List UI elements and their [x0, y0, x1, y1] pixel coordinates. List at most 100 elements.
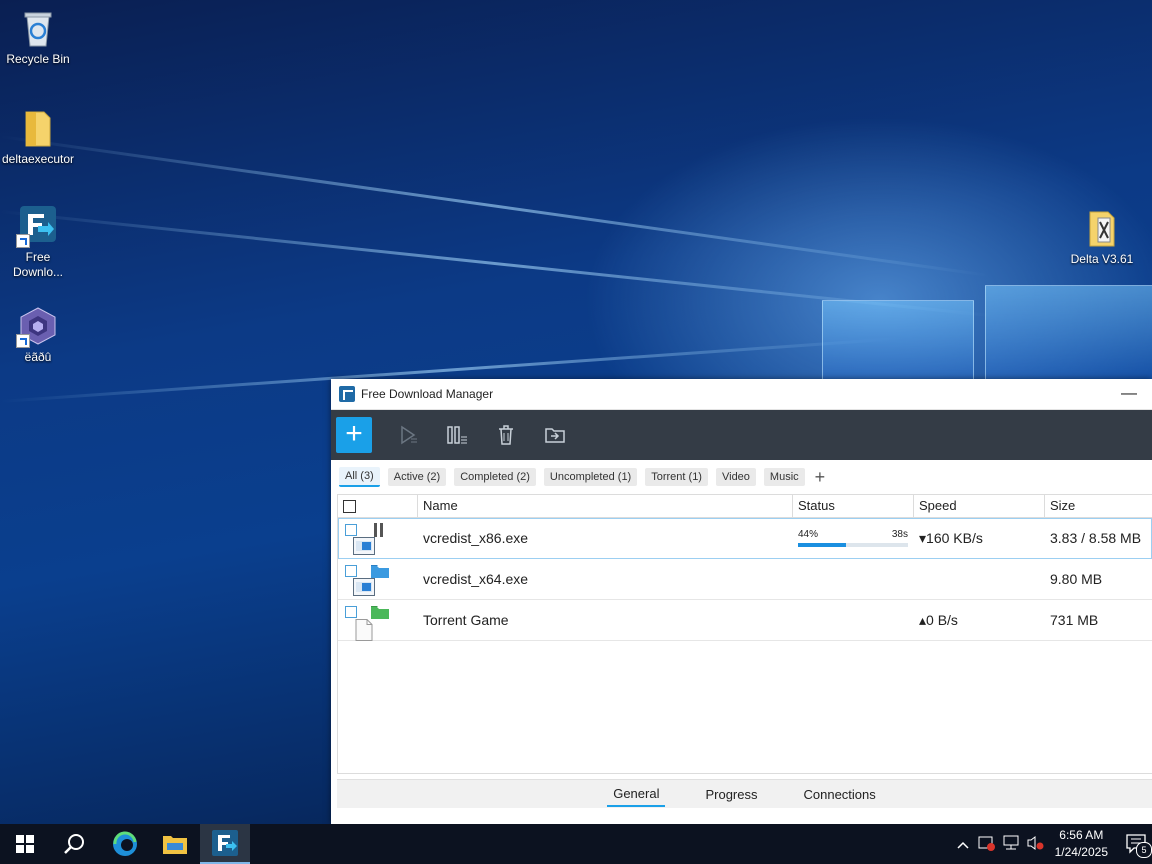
filter-video[interactable]: Video: [715, 468, 756, 486]
desktop-icon-recycle-bin[interactable]: Recycle Bin: [0, 8, 76, 67]
window-title: Free Download Manager: [361, 387, 494, 401]
resume-icon: [401, 425, 417, 445]
recycle-bin-icon: [18, 8, 58, 48]
filter-active[interactable]: Active (2): [387, 468, 447, 486]
desktop-icon-delta[interactable]: Delta V3.61: [1064, 208, 1140, 267]
fdm-app-icon: [16, 206, 58, 248]
network-icon[interactable]: [999, 835, 1023, 854]
shortcut-arrow-icon: [16, 234, 30, 248]
taskbar-edge[interactable]: [100, 824, 150, 864]
move-to-folder-button[interactable]: [541, 421, 569, 449]
progress-bar: [798, 543, 908, 547]
window-logo-pane: [985, 285, 1152, 382]
filter-music[interactable]: Music: [763, 468, 805, 486]
resume-button[interactable]: [394, 421, 422, 449]
volume-muted-icon[interactable]: [1023, 835, 1047, 854]
progress-block: 44% 38s: [798, 529, 908, 547]
download-speed: ▴0 B/s: [919, 611, 958, 628]
filter-completed[interactable]: Completed (2): [454, 468, 536, 486]
security-alert-icon[interactable]: [975, 835, 999, 854]
exe-file-icon: [353, 578, 375, 597]
exe-file-icon: [353, 537, 375, 556]
select-all-checkbox[interactable]: [343, 500, 356, 514]
downloads-table: Name Status Speed Size vcredist_x86.exe: [337, 494, 1152, 774]
column-header-status[interactable]: Status: [793, 495, 914, 517]
download-size: 3.83 / 8.58 MB: [1050, 530, 1142, 546]
green-folder-icon[interactable]: [370, 605, 389, 619]
taskbar: 6:56 AM 1/24/2025 5: [0, 824, 1152, 864]
download-name: vcredist_x64.exe: [423, 571, 529, 587]
row-checkbox[interactable]: [345, 565, 357, 577]
notification-count-badge: 5: [1136, 842, 1152, 858]
column-header-size[interactable]: Size: [1045, 495, 1152, 517]
pause-all-button[interactable]: [443, 421, 471, 449]
table-header: Name Status Speed Size: [338, 495, 1152, 518]
notification-center-button[interactable]: 5: [1122, 824, 1152, 864]
progress-eta: 38s: [891, 529, 908, 540]
desktop-icon-label: Free Downlo...: [12, 250, 64, 279]
system-tray: 6:56 AM 1/24/2025 5: [951, 824, 1152, 864]
folder-icon: [18, 108, 58, 148]
search-icon: [64, 834, 84, 854]
row-controls: [338, 603, 418, 642]
filter-torrent[interactable]: Torrent (1): [645, 468, 708, 486]
table-row[interactable]: vcredist_x64.exe 9.80 MB: [338, 559, 1152, 600]
toolbar: +: [331, 410, 1152, 460]
filter-bar: All (3) Active (2) Completed (2) Uncompl…: [331, 460, 1152, 494]
download-speed: ▾160 KB/s: [919, 529, 983, 546]
cube-app-icon: [16, 306, 58, 348]
plus-icon: +: [345, 417, 363, 450]
pause-icon[interactable]: [371, 523, 387, 537]
file-explorer-icon: [163, 836, 187, 854]
delete-button[interactable]: [492, 421, 520, 449]
clock-date: 1/24/2025: [1054, 845, 1108, 859]
fdm-title-icon: [339, 386, 355, 402]
filter-all[interactable]: All (3): [339, 467, 380, 487]
folder-icon[interactable]: [370, 564, 389, 578]
window-titlebar[interactable]: Free Download Manager —: [331, 379, 1152, 410]
progress-percent: 44%: [798, 529, 819, 540]
column-header-speed[interactable]: Speed: [914, 495, 1045, 517]
shortcut-arrow-icon: [16, 334, 30, 348]
download-status: 44% 38s: [793, 529, 914, 547]
download-name: vcredist_x86.exe: [423, 530, 529, 546]
tab-general[interactable]: General: [607, 782, 666, 807]
start-button[interactable]: [0, 824, 50, 864]
row-checkbox[interactable]: [345, 606, 357, 618]
tab-connections[interactable]: Connections: [798, 783, 882, 806]
row-controls: [338, 521, 418, 556]
progress-bar-fill: [798, 543, 847, 547]
desktop-icon-label: ëãðû: [24, 350, 52, 364]
column-header-name[interactable]: Name: [418, 495, 793, 517]
blank-file-icon: [353, 619, 373, 642]
table-row[interactable]: Torrent Game ▴0 B/s 731 MB: [338, 600, 1152, 642]
minimize-button[interactable]: —: [1106, 385, 1152, 403]
zip-folder-icon: [1082, 208, 1122, 248]
taskbar-file-explorer[interactable]: [150, 824, 200, 864]
move-to-folder-icon: [545, 428, 565, 443]
desktop-icon-label: deltaexecutor: [1, 152, 75, 166]
details-tabs: General Progress Connections: [337, 779, 1152, 808]
light-ray: [0, 135, 991, 278]
download-size: 9.80 MB: [1050, 571, 1103, 587]
add-download-button[interactable]: +: [336, 417, 372, 453]
taskbar-clock[interactable]: 6:56 AM 1/24/2025: [1055, 827, 1108, 861]
search-button[interactable]: [50, 824, 100, 864]
desktop-icon-free-download-manager[interactable]: Free Downlo...: [0, 206, 76, 280]
clock-time: 6:56 AM: [1059, 828, 1104, 842]
row-controls: [338, 562, 418, 597]
download-size: 731 MB: [1050, 612, 1099, 628]
header-select-all-cell: [338, 495, 418, 517]
chevron-up-icon[interactable]: [951, 836, 975, 852]
download-name: Torrent Game: [423, 612, 509, 628]
desktop-icon-deltaexecutor[interactable]: deltaexecutor: [0, 108, 76, 167]
taskbar-fdm[interactable]: [200, 824, 250, 864]
tab-progress[interactable]: Progress: [699, 783, 763, 806]
desktop-icon-gamecube[interactable]: ëãðû: [0, 306, 76, 365]
table-row[interactable]: vcredist_x86.exe 44% 38s ▾160 KB/s 3.83 …: [338, 518, 1152, 559]
pause-all-icon: [447, 426, 467, 444]
filter-uncompleted[interactable]: Uncompleted (1): [543, 468, 638, 486]
windows-logo-icon: [16, 835, 34, 853]
row-checkbox[interactable]: [345, 524, 357, 536]
add-filter-button[interactable]: +: [815, 468, 826, 486]
